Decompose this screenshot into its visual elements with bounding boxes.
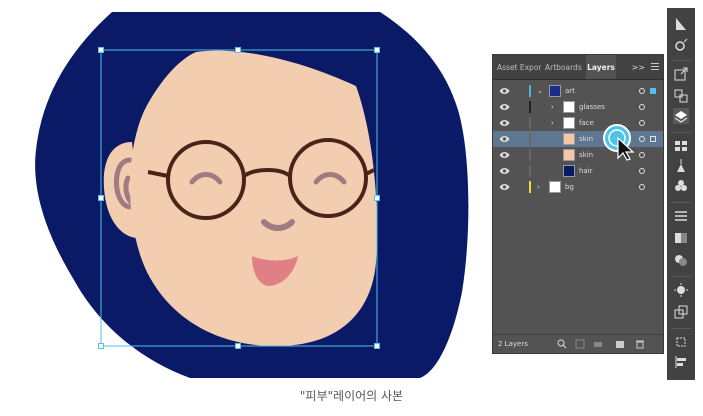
visibility-eye-icon[interactable] [499, 102, 510, 112]
layer-color-bar [529, 117, 531, 129]
symbols-icon[interactable] [673, 178, 689, 194]
panel-more-button[interactable]: >> [632, 55, 645, 79]
properties-icon[interactable] [673, 16, 689, 32]
layer-color-bar [529, 133, 531, 145]
chevron-right-icon[interactable]: › [537, 181, 545, 193]
layer-color-bar [529, 85, 531, 97]
layer-name: hair [579, 167, 593, 175]
panel-footer: 2 Layers [493, 334, 663, 353]
layer-thumbnail [563, 133, 575, 145]
layer-row[interactable]: hair [493, 163, 663, 179]
visibility-eye-icon[interactable] [499, 150, 510, 160]
layer-color-bar [529, 181, 531, 193]
layer-thumbnail [563, 117, 575, 129]
appearance-icon[interactable] [673, 282, 689, 298]
layer-thumbnail [563, 149, 575, 161]
chevron-right-icon[interactable]: › [551, 117, 559, 129]
tab-asset-export[interactable]: Asset Expor [497, 55, 541, 79]
layer-count-label: 2 Layers [498, 340, 528, 348]
drag-target-highlight [603, 124, 635, 161]
layers-icon[interactable] [673, 108, 689, 124]
layer-row[interactable]: ⌄ art [493, 83, 663, 99]
layer-color-bar [529, 149, 531, 161]
layer-thumbnail [549, 85, 561, 97]
layer-name: glasses [579, 103, 605, 111]
trash-icon[interactable] [635, 339, 645, 349]
swatches-icon[interactable] [673, 138, 689, 154]
target-circle-icon[interactable] [639, 88, 645, 94]
chevron-down-icon[interactable]: ⌄ [537, 85, 545, 97]
layer-name: skin [579, 135, 594, 143]
links-icon[interactable] [673, 38, 689, 54]
transform-icon[interactable] [673, 334, 689, 350]
layer-thumbnail [563, 101, 575, 113]
artboards-icon[interactable] [673, 88, 689, 104]
new-sublayer-icon[interactable] [615, 339, 625, 349]
transparency-icon[interactable] [673, 252, 689, 268]
tab-artboards[interactable]: Artboards [545, 55, 585, 79]
tab-layers[interactable]: Layers [586, 55, 616, 79]
visibility-eye-icon[interactable] [499, 182, 510, 192]
layer-name: bg [565, 183, 574, 191]
layers-panel: Asset Expor Artboards Layers >> ⌄ art › gla… [492, 54, 664, 354]
layer-thumbnail [549, 181, 561, 193]
layer-name: face [579, 119, 594, 127]
brushes-icon[interactable] [673, 158, 689, 174]
target-circle-icon[interactable] [639, 104, 645, 110]
target-circle-icon[interactable] [639, 184, 645, 190]
search-icon[interactable] [557, 339, 567, 349]
layer-color-bar [529, 101, 531, 113]
panel-tab-bar: Asset Expor Artboards Layers >> [493, 55, 663, 80]
clipping-mask-icon[interactable] [593, 339, 603, 349]
layer-name: skin [579, 151, 594, 159]
visibility-eye-icon[interactable] [499, 134, 510, 144]
stroke-icon[interactable] [673, 208, 689, 224]
figure-caption: "피부"레이어의 사본 [299, 389, 404, 403]
visibility-eye-icon[interactable] [499, 118, 510, 128]
tool-strip [667, 8, 695, 380]
graphic-styles-icon[interactable] [673, 304, 689, 320]
target-circle-icon[interactable] [639, 168, 645, 174]
layer-row[interactable]: › bg [493, 179, 663, 195]
panel-menu-icon[interactable] [651, 63, 659, 71]
selection-indicator[interactable] [650, 88, 656, 94]
export-icon[interactable] [673, 66, 689, 82]
align-icon[interactable] [673, 354, 689, 370]
visibility-eye-icon[interactable] [499, 166, 510, 176]
layer-color-bar [529, 165, 531, 177]
visibility-eye-icon[interactable] [499, 86, 510, 96]
export-icon[interactable] [575, 339, 585, 349]
layer-thumbnail [563, 165, 575, 177]
selection-indicator[interactable] [650, 136, 656, 142]
chevron-right-icon[interactable]: › [551, 101, 559, 113]
layer-row[interactable]: › glasses [493, 99, 663, 115]
layer-name: art [565, 87, 575, 95]
gradient-icon[interactable] [673, 230, 689, 246]
